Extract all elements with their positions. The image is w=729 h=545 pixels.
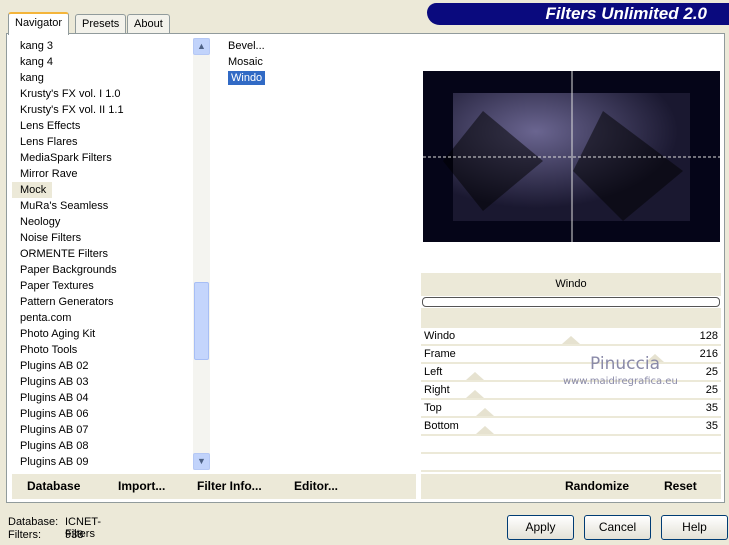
apply-button[interactable]: Apply — [507, 515, 574, 540]
tab-navigator[interactable]: Navigator — [8, 12, 70, 35]
category-item[interactable]: Paper Backgrounds — [12, 262, 210, 278]
filters-value: 938 — [65, 529, 84, 541]
empty-row — [421, 454, 721, 472]
category-item[interactable]: MuRa's Seamless — [12, 198, 210, 214]
filter-info-button[interactable]: Filter Info... — [197, 474, 262, 499]
tab-presets[interactable]: Presets — [75, 14, 127, 34]
scroll-up-icon[interactable]: ▲ — [193, 38, 210, 55]
category-item[interactable]: Plugins AB 02 — [12, 358, 210, 374]
preview-image[interactable] — [423, 71, 720, 242]
category-item[interactable]: kang 3 — [12, 38, 210, 54]
import-button[interactable]: Import... — [118, 474, 165, 499]
param-value: 128 — [699, 330, 718, 342]
left-toolbar: Database Import... Filter Info... Editor… — [12, 474, 416, 499]
cancel-button[interactable]: Cancel — [584, 515, 651, 540]
filter-list[interactable]: Bevel... Mosaic Windo — [216, 38, 416, 470]
param-value: 35 — [705, 420, 718, 432]
reset-button[interactable]: Reset — [664, 474, 697, 499]
preview-graphic — [423, 71, 720, 242]
filter-item-label: Bevel... — [228, 40, 265, 52]
category-item[interactable]: Photo Tools — [12, 342, 210, 358]
scroll-down-icon[interactable]: ▼ — [193, 453, 210, 470]
category-item[interactable]: penta.com — [12, 310, 210, 326]
separator — [421, 308, 721, 328]
watermark-url: www.maidiregrafica.eu — [563, 376, 678, 387]
category-item[interactable]: Plugins AB 09 — [12, 454, 210, 470]
param-slider-windo[interactable]: Windo 128 — [421, 328, 721, 346]
category-item[interactable]: Photo Aging Kit — [12, 326, 210, 342]
help-button[interactable]: Help — [661, 515, 728, 540]
filter-item[interactable]: Mosaic — [216, 54, 416, 70]
category-item[interactable]: ORMENTE Filters — [12, 246, 210, 262]
editor-button[interactable]: Editor... — [294, 474, 338, 499]
category-item[interactable]: Noise Filters — [12, 230, 210, 246]
param-value: 25 — [705, 366, 718, 378]
category-item[interactable]: Plugins AB 04 — [12, 390, 210, 406]
category-item[interactable]: Neology — [12, 214, 210, 230]
category-item[interactable]: Mock — [12, 182, 52, 198]
database-button[interactable]: Database — [27, 474, 80, 499]
param-label: Bottom — [424, 420, 459, 432]
category-item[interactable]: Plugins AB 07 — [12, 422, 210, 438]
filter-item-label: Windo — [228, 71, 266, 85]
slider-thumb[interactable] — [475, 408, 494, 416]
tab-about[interactable]: About — [127, 14, 170, 34]
slider-thumb[interactable] — [466, 390, 484, 398]
right-toolbar: Randomize Reset — [421, 474, 721, 499]
database-status: Database: ICNET-Filters — [8, 516, 101, 540]
param-label: Frame — [424, 348, 456, 360]
watermark-name: Pinuccia — [590, 354, 660, 374]
randomize-button[interactable]: Randomize — [565, 474, 629, 499]
param-value: 25 — [705, 384, 718, 396]
category-scrollbar[interactable]: ▲ ▼ — [193, 38, 210, 470]
param-slider-top[interactable]: Top 35 — [421, 400, 721, 418]
filter-item[interactable]: Windo — [216, 70, 416, 86]
filter-item[interactable]: Bevel... — [216, 38, 416, 54]
category-item[interactable]: Krusty's FX vol. II 1.1 — [12, 102, 210, 118]
category-item[interactable]: Lens Flares — [12, 134, 210, 150]
category-list[interactable]: kang 3 kang 4 kang Krusty's FX vol. I 1.0 Kr… — [12, 38, 210, 470]
slider-thumb[interactable] — [475, 426, 494, 434]
param-label: Top — [424, 402, 442, 414]
app-title-banner: Filters Unlimited 2.0 — [427, 3, 729, 25]
filter-title: Windo — [421, 273, 721, 296]
category-item[interactable]: kang — [12, 70, 210, 86]
param-slider-bottom[interactable]: Bottom 35 — [421, 418, 721, 436]
param-label: Right — [424, 384, 450, 396]
category-item[interactable]: Plugins AB 08 — [12, 438, 210, 454]
param-label: Windo — [424, 330, 456, 342]
category-item[interactable]: Plugins AB 06 — [12, 406, 210, 422]
scroll-thumb[interactable] — [194, 282, 209, 360]
db-label: Database: — [8, 516, 59, 528]
category-item[interactable]: kang 4 — [12, 54, 210, 70]
param-label: Left — [424, 366, 443, 378]
param-value: 216 — [699, 348, 718, 360]
empty-row — [421, 436, 721, 454]
slider-thumb[interactable] — [562, 336, 580, 344]
progress-bar — [422, 297, 720, 307]
category-item[interactable]: Pattern Generators — [12, 294, 210, 310]
category-item[interactable]: MediaSpark Filters — [12, 150, 210, 166]
param-slider-frame[interactable]: Frame 216 — [421, 346, 721, 364]
filters-label: Filters: — [8, 529, 41, 541]
category-item[interactable]: Plugins AB 03 — [12, 374, 210, 390]
param-value: 35 — [705, 402, 718, 414]
category-item[interactable]: Paper Textures — [12, 278, 210, 294]
slider-thumb[interactable] — [466, 372, 484, 380]
category-item[interactable]: Mirror Rave — [12, 166, 210, 182]
category-item[interactable]: Krusty's FX vol. I 1.0 — [12, 86, 210, 102]
filter-item-label: Mosaic — [228, 56, 263, 68]
filters-status: Filters: 938 — [8, 529, 83, 541]
category-item[interactable]: Lens Effects — [12, 118, 210, 134]
